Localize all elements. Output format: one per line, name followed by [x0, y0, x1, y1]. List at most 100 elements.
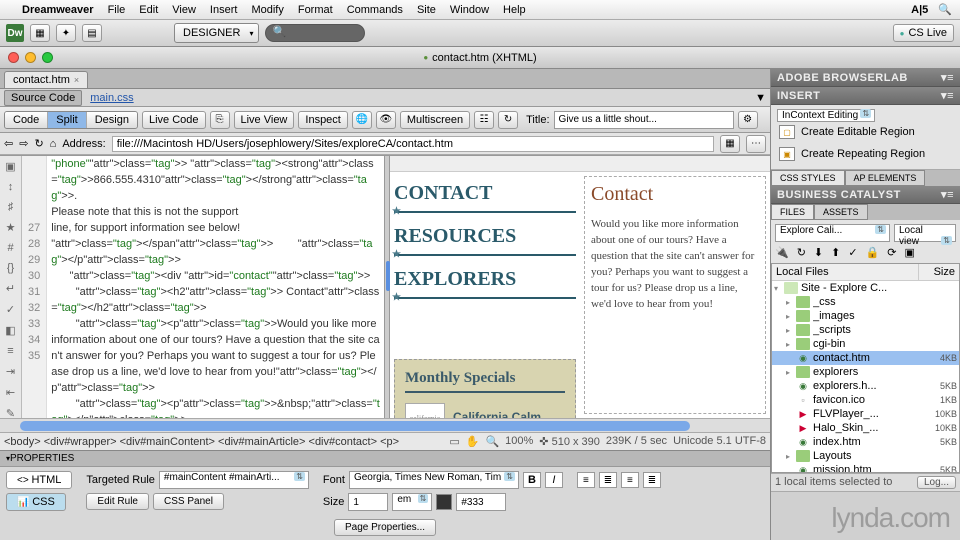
col-size[interactable]: Size — [919, 264, 959, 280]
nav-explorers[interactable]: EXPLORERS — [394, 262, 576, 299]
targeted-rule-select[interactable]: #mainContent #mainArti... — [159, 471, 309, 489]
file-row[interactable]: ▾Site - Explore C... — [772, 281, 959, 295]
workspace-switcher[interactable]: DESIGNER — [174, 23, 259, 43]
site-select[interactable]: Explore Cali... — [775, 224, 890, 242]
nav-resources[interactable]: RESOURCES — [394, 219, 576, 256]
page-title-input[interactable] — [554, 111, 734, 129]
file-row[interactable]: ◉mission.htm5KB — [772, 463, 959, 473]
extend-icon[interactable]: ✦ — [56, 24, 76, 42]
color-swatch[interactable] — [436, 494, 452, 510]
log-button[interactable]: Log... — [917, 476, 956, 489]
zoom-window-icon[interactable] — [42, 52, 53, 63]
sync-icon[interactable]: ⟳ — [887, 246, 896, 259]
align-justify-button[interactable]: ≣ — [643, 472, 661, 488]
menu-site[interactable]: Site — [417, 4, 436, 16]
file-row[interactable]: ▸cgi-bin — [772, 337, 959, 351]
menu-window[interactable]: Window — [450, 4, 489, 16]
address-go-icon[interactable]: ▦ — [720, 135, 740, 153]
file-row[interactable]: ▶Halo_Skin_...10KB — [772, 421, 959, 435]
file-row[interactable]: ▸explorers — [772, 365, 959, 379]
file-row[interactable]: ▸_scripts — [772, 323, 959, 337]
put-icon[interactable]: ⬆ — [831, 246, 840, 259]
highlight-icon[interactable]: {} — [4, 262, 18, 274]
design-pane[interactable]: CONTACT RESOURCES EXPLORERS Monthly Spec… — [390, 156, 770, 418]
checkout-icon[interactable]: ✓ — [848, 246, 857, 259]
files-tab[interactable]: FILES — [771, 204, 814, 220]
view-design[interactable]: Design — [87, 112, 137, 128]
align-center-button[interactable]: ≣ — [599, 472, 617, 488]
hand-tool-icon[interactable]: ✋ — [466, 435, 480, 448]
minimize-window-icon[interactable] — [25, 52, 36, 63]
window-dims[interactable]: ✜ 510 x 390 — [539, 435, 600, 448]
wrap-icon[interactable]: ↵ — [4, 282, 18, 295]
design-contact[interactable]: Contact Would you like more information … — [584, 176, 766, 414]
menu-file[interactable]: File — [108, 4, 126, 16]
related-css-link[interactable]: main.css — [90, 92, 133, 104]
address-opts-icon[interactable]: ⋯ — [746, 135, 766, 153]
view-select[interactable]: Local view — [894, 224, 956, 242]
file-row[interactable]: ▸_css — [772, 295, 959, 309]
line-numbers-icon[interactable]: # — [4, 242, 18, 254]
preview-icon[interactable]: 👁 — [376, 111, 396, 129]
expand-files-icon[interactable]: ▣ — [905, 246, 915, 259]
format-icon[interactable]: ≡ — [4, 345, 18, 357]
size-unit-select[interactable]: em — [392, 493, 432, 511]
reload-icon[interactable]: ↻ — [34, 137, 43, 150]
size-input[interactable] — [348, 493, 388, 511]
home-icon[interactable]: ⌂ — [50, 138, 57, 150]
get-icon[interactable]: ⬇ — [814, 246, 823, 259]
balance-icon[interactable]: ★ — [4, 221, 18, 234]
align-right-button[interactable]: ≡ — [621, 472, 639, 488]
browserlab-header[interactable]: ADOBE BROWSERLAB▾≡ — [771, 69, 960, 87]
ap-elements-tab[interactable]: AP ELEMENTS — [845, 170, 926, 186]
refresh-files-icon[interactable]: ↻ — [797, 246, 806, 259]
outdent-icon[interactable]: ⇤ — [4, 386, 18, 399]
back-icon[interactable]: ⇦ — [4, 137, 13, 150]
tag-path[interactable]: <body> <div#wrapper> <div#mainContent> <… — [4, 436, 399, 448]
site-icon[interactable]: ▤ — [82, 24, 102, 42]
options-icon[interactable]: ☷ — [474, 111, 494, 129]
expand-icon[interactable]: ↕ — [4, 181, 18, 193]
cs-live-button[interactable]: CS Live — [893, 24, 954, 42]
file-row[interactable]: ◉explorers.h...5KB — [772, 379, 959, 393]
color-input[interactable] — [456, 493, 506, 511]
view-split[interactable]: Split — [48, 112, 86, 128]
col-localfiles[interactable]: Local Files — [772, 264, 919, 280]
live-code-button[interactable]: Live Code — [142, 111, 206, 129]
syntax-icon[interactable]: ✓ — [4, 303, 18, 316]
app-name[interactable]: Dreamweaver — [22, 4, 94, 16]
css-styles-tab[interactable]: CSS STYLES — [771, 170, 845, 186]
globe-icon[interactable]: 🌐 — [352, 111, 372, 129]
menu-edit[interactable]: Edit — [139, 4, 158, 16]
close-tab-icon[interactable]: × — [74, 75, 79, 85]
checkin-icon[interactable]: 🔒 — [866, 246, 880, 259]
check-icon[interactable]: ⎘ — [210, 111, 230, 129]
file-row[interactable]: ◉index.htm5KB — [772, 435, 959, 449]
contact-paragraph[interactable]: Would you like more information about on… — [591, 216, 759, 312]
live-view-button[interactable]: Live View — [234, 111, 295, 129]
search-box[interactable]: 🔍 — [265, 24, 365, 42]
select-tool-icon[interactable]: ▭ — [449, 435, 459, 448]
collapse-icon[interactable]: ▣ — [4, 160, 18, 173]
zoom-level[interactable]: 100% — [505, 435, 533, 448]
menu-format[interactable]: Format — [298, 4, 333, 16]
document-tab[interactable]: contact.htm× — [4, 71, 88, 88]
insert-editable-region[interactable]: ▢Create Editable Region — [777, 121, 954, 143]
panel-menu-icon[interactable]: ▾≡ — [941, 71, 954, 84]
panel-menu-icon[interactable]: ▾≡ — [941, 188, 954, 201]
align-left-button[interactable]: ≡ — [577, 472, 595, 488]
close-window-icon[interactable] — [8, 52, 19, 63]
zoom-tool-icon[interactable]: 🔍 — [485, 435, 499, 448]
menu-help[interactable]: Help — [503, 4, 526, 16]
menu-modify[interactable]: Modify — [251, 4, 283, 16]
view-code[interactable]: Code — [5, 112, 48, 128]
italic-button[interactable]: I — [545, 472, 563, 488]
font-select[interactable]: Georgia, Times New Roman, Tim — [349, 471, 519, 489]
panel-menu-icon[interactable]: ▾≡ — [941, 89, 954, 102]
title-options-icon[interactable]: ⚙ — [738, 111, 758, 129]
forward-icon[interactable]: ⇨ — [19, 137, 28, 150]
business-catalyst-header[interactable]: BUSINESS CATALYST▾≡ — [771, 186, 960, 204]
css-panel-button[interactable]: CSS Panel — [153, 493, 224, 510]
filter-icon[interactable]: ▼ — [755, 92, 766, 104]
file-row[interactable]: ◉contact.htm4KB — [772, 351, 959, 365]
